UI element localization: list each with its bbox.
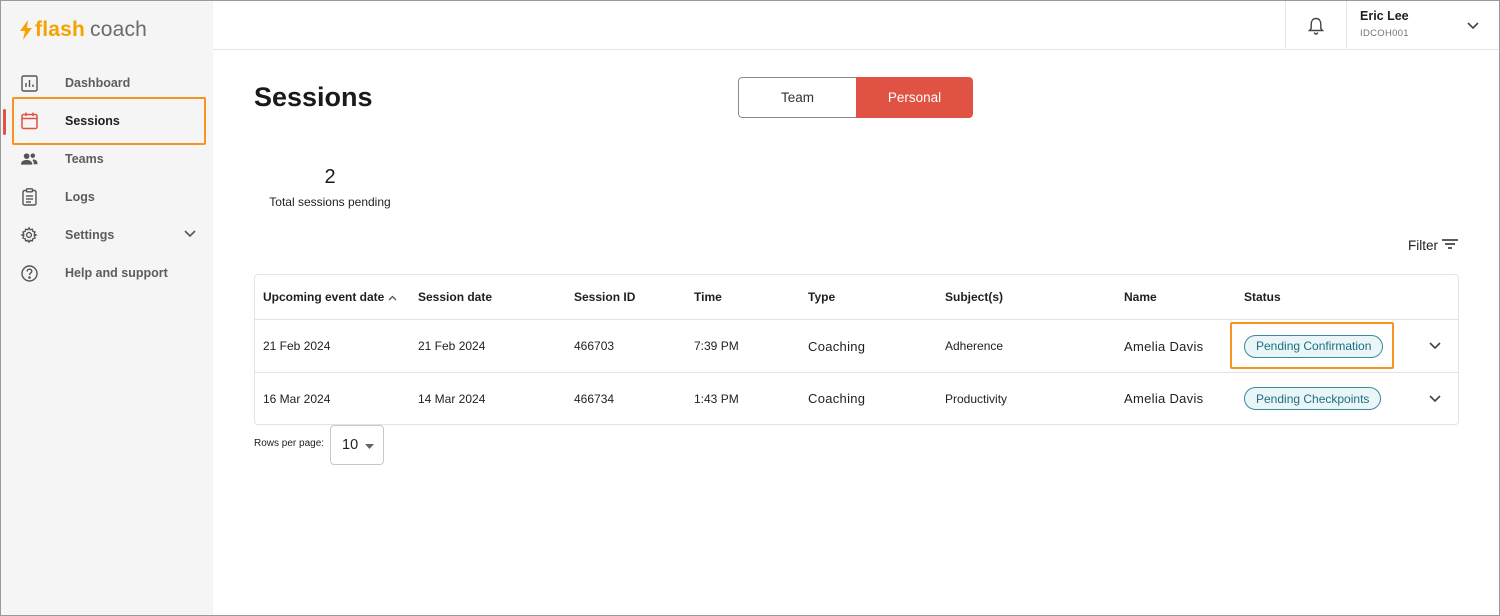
clipboard-icon [20, 188, 38, 206]
topbar: Eric Lee IDCOH001 [213, 1, 1499, 50]
column-header-subjects[interactable]: Subject(s) [945, 275, 1003, 319]
column-header-time[interactable]: Time [694, 275, 722, 319]
cell-session-date: 21 Feb 2024 [418, 339, 486, 353]
column-header-type[interactable]: Type [808, 275, 835, 319]
cell-subject: Adherence [945, 339, 1004, 353]
bolt-icon [20, 20, 32, 40]
status-badge: Pending Confirmation [1244, 334, 1384, 358]
filter-icon [1442, 238, 1458, 253]
sidebar-item-sessions[interactable]: Sessions [1, 102, 213, 140]
logo: flash coach [19, 17, 147, 43]
page-title: Sessions [254, 82, 373, 112]
cell-upcoming-event-date: 16 Mar 2024 [263, 391, 331, 406]
stat-value: 2 [324, 166, 336, 188]
active-indicator [3, 109, 6, 135]
sidebar-item-label: Settings [65, 228, 115, 242]
people-icon [20, 150, 38, 168]
row-expand-button[interactable] [1429, 320, 1441, 372]
cell-time: 1:43 PM [694, 391, 739, 406]
sidebar-item-teams[interactable]: Teams [1, 140, 213, 178]
sidebar-item-label: Help and support [65, 266, 168, 280]
table-row[interactable]: 21 Feb 2024 21 Feb 2024 466703 7:39 PM C… [255, 320, 1458, 373]
stat-label: Total sessions pending [269, 195, 391, 209]
user-id: IDCOH001 [1360, 28, 1409, 39]
cell-status: Pending Confirmation [1244, 320, 1384, 372]
row-expand-button[interactable] [1429, 373, 1441, 424]
sidebar-item-dashboard[interactable]: Dashboard [1, 64, 213, 102]
logo-flash: flash [35, 18, 86, 41]
user-name: Eric Lee [1360, 9, 1409, 23]
cell-session-id: 466734 [574, 391, 615, 406]
toggle-team-button[interactable]: Team [738, 77, 856, 118]
notification-button[interactable] [1285, 1, 1345, 50]
cell-status: Pending Checkpoints [1244, 373, 1382, 424]
caret-down-icon [365, 437, 375, 453]
chevron-down-icon[interactable] [184, 227, 196, 241]
cell-upcoming-event-date: 21 Feb 2024 [263, 339, 331, 353]
status-badge: Pending Checkpoints [1244, 387, 1382, 410]
cell-subject: Productivity [945, 391, 1008, 406]
sidebar: flash coach Dashboard Sessions Teams Log… [1, 1, 213, 615]
rows-per-page-value: 10 [342, 437, 359, 453]
chevron-down-icon[interactable] [1467, 17, 1479, 35]
chevron-down-icon [1429, 394, 1441, 402]
bar-chart-icon [20, 74, 38, 92]
column-header-upcoming-event-date[interactable]: Upcoming event date [263, 275, 397, 319]
cell-type: Coaching [808, 338, 866, 354]
filter-button[interactable]: Filter [1408, 238, 1458, 253]
sidebar-item-label: Logs [65, 190, 95, 204]
cell-session-date: 14 Mar 2024 [418, 391, 486, 406]
calendar-icon [20, 112, 38, 130]
cell-session-id: 466703 [574, 339, 615, 353]
column-header-status[interactable]: Status [1244, 275, 1281, 319]
team-personal-toggle: Team Personal [738, 77, 973, 118]
chevron-down-icon [1429, 342, 1441, 350]
column-header-session-id[interactable]: Session ID [574, 275, 635, 319]
pending-sessions-stat: 2 Total sessions pending [255, 166, 405, 209]
rows-per-page-label: Rows per page: [254, 438, 325, 449]
sidebar-item-label: Teams [65, 152, 104, 166]
table-header-row: Upcoming event date Session date Session… [255, 275, 1458, 320]
sidebar-item-logs[interactable]: Logs [1, 178, 213, 216]
sidebar-item-settings[interactable]: Settings [1, 216, 213, 254]
filter-label: Filter [1408, 238, 1438, 253]
toggle-personal-button[interactable]: Personal [856, 77, 973, 118]
gear-icon [20, 226, 38, 244]
sessions-table: Upcoming event date Session date Session… [254, 274, 1459, 425]
bell-icon [1307, 17, 1324, 35]
logo-coach: coach [90, 18, 148, 41]
column-header-session-date[interactable]: Session date [418, 275, 492, 319]
cell-name: Amelia Davis [1124, 338, 1204, 354]
user-menu[interactable]: Eric Lee IDCOH001 [1346, 1, 1499, 50]
cell-time: 7:39 PM [694, 339, 739, 353]
sidebar-nav: Dashboard Sessions Teams Logs Settings H… [1, 64, 213, 292]
rows-per-page-select[interactable]: 10 [330, 425, 384, 465]
sidebar-item-label: Sessions [65, 114, 120, 128]
column-header-name[interactable]: Name [1124, 275, 1157, 319]
sidebar-item-label: Dashboard [65, 76, 131, 90]
table-row[interactable]: 16 Mar 2024 14 Mar 2024 466734 1:43 PM C… [255, 373, 1458, 424]
sidebar-item-help[interactable]: Help and support [1, 254, 213, 292]
help-circle-icon [20, 264, 38, 282]
cell-name: Amelia Davis [1124, 391, 1204, 406]
sort-ascending-icon [388, 290, 397, 304]
cell-type: Coaching [808, 391, 866, 406]
